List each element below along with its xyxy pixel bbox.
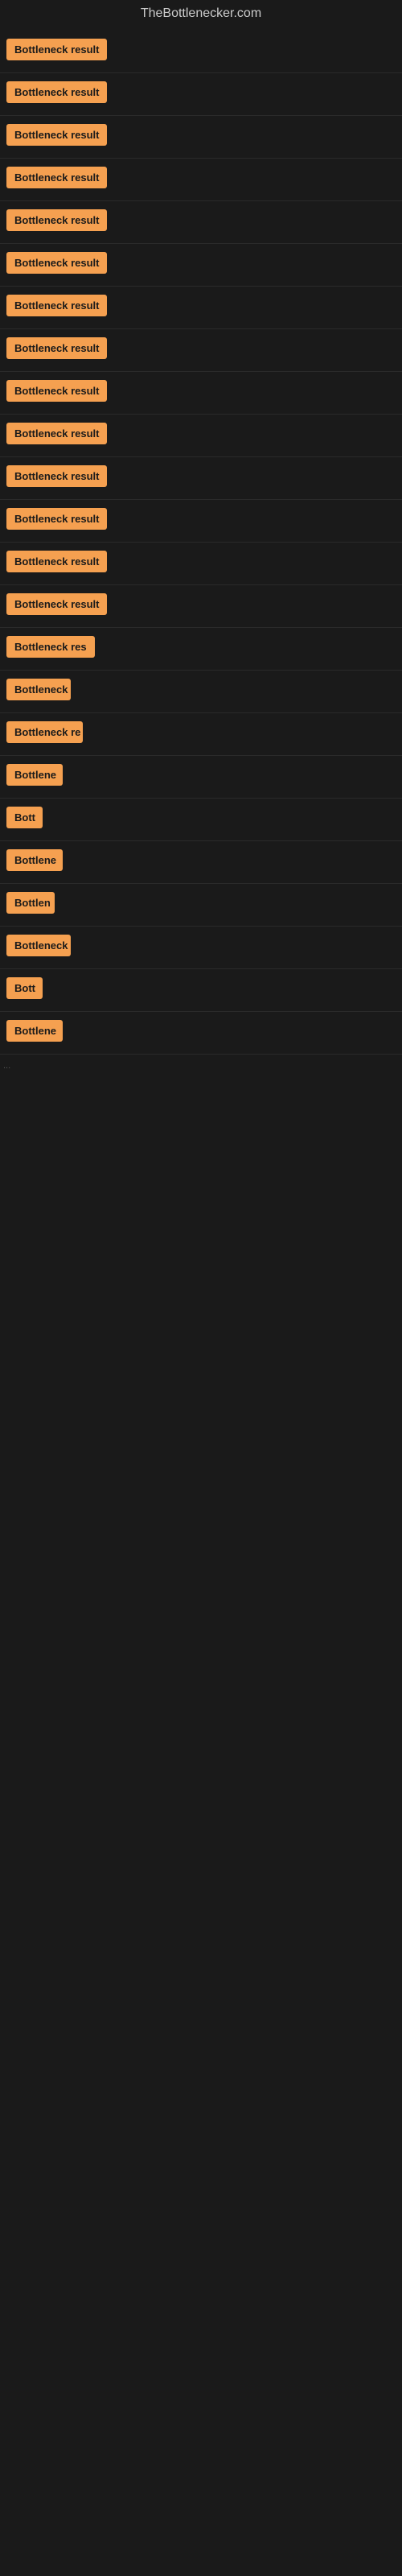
list-item[interactable]: Bottleneck result bbox=[0, 329, 402, 372]
bottleneck-result-badge[interactable]: Bottleneck bbox=[6, 679, 71, 700]
list-item[interactable]: Bottleneck result bbox=[0, 244, 402, 287]
list-item[interactable]: Bott bbox=[0, 969, 402, 1012]
list-item[interactable]: Bottleneck result bbox=[0, 201, 402, 244]
bottleneck-result-badge[interactable]: Bottleneck result bbox=[6, 593, 107, 615]
bottleneck-result-badge[interactable]: Bottleneck result bbox=[6, 81, 107, 103]
list-item[interactable]: Bottleneck result bbox=[0, 73, 402, 116]
bottleneck-result-badge[interactable]: Bottleneck result bbox=[6, 124, 107, 146]
list-item[interactable]: Bottleneck re bbox=[0, 713, 402, 756]
list-item[interactable]: Bottleneck result bbox=[0, 585, 402, 628]
list-item[interactable]: Bottlen bbox=[0, 884, 402, 927]
bottleneck-result-badge[interactable]: Bottleneck result bbox=[6, 167, 107, 188]
list-item[interactable]: Bottleneck result bbox=[0, 415, 402, 457]
bottleneck-result-badge[interactable]: Bottleneck result bbox=[6, 551, 107, 572]
bottleneck-result-badge[interactable]: Bottleneck re bbox=[6, 721, 83, 743]
bottleneck-result-badge[interactable]: Bottlen bbox=[6, 892, 55, 914]
list-item[interactable]: Bottleneck bbox=[0, 927, 402, 969]
list-item[interactable]: Bottleneck result bbox=[0, 159, 402, 201]
bottleneck-result-badge[interactable]: Bottleneck result bbox=[6, 423, 107, 444]
bottleneck-result-badge[interactable]: Bottleneck result bbox=[6, 337, 107, 359]
bottleneck-result-badge[interactable]: Bott bbox=[6, 807, 43, 828]
list-item[interactable]: Bottleneck result bbox=[0, 543, 402, 585]
bottleneck-result-badge[interactable]: Bottleneck res bbox=[6, 636, 95, 658]
list-item[interactable]: Bottleneck res bbox=[0, 628, 402, 671]
bottleneck-result-badge[interactable]: Bottleneck result bbox=[6, 508, 107, 530]
list-item[interactable]: Bottlene bbox=[0, 841, 402, 884]
site-title: TheBottlenecker.com bbox=[0, 0, 402, 31]
bottleneck-result-badge[interactable]: Bottleneck bbox=[6, 935, 71, 956]
list-item[interactable]: Bottleneck result bbox=[0, 31, 402, 73]
list-item[interactable]: Bott bbox=[0, 799, 402, 841]
bottleneck-result-badge[interactable]: Bottleneck result bbox=[6, 295, 107, 316]
list-item[interactable]: Bottleneck result bbox=[0, 287, 402, 329]
bottleneck-result-badge[interactable]: Bottleneck result bbox=[6, 39, 107, 60]
list-item[interactable]: Bottleneck result bbox=[0, 372, 402, 415]
bottleneck-result-badge[interactable]: Bottlene bbox=[6, 764, 63, 786]
bottleneck-result-badge[interactable]: Bottlene bbox=[6, 849, 63, 871]
bottleneck-result-badge[interactable]: Bottleneck result bbox=[6, 465, 107, 487]
bottleneck-result-badge[interactable]: Bottleneck result bbox=[6, 380, 107, 402]
list-item[interactable]: Bottleneck result bbox=[0, 116, 402, 159]
list-item[interactable]: Bottleneck result bbox=[0, 500, 402, 543]
bottleneck-result-badge[interactable]: Bottleneck result bbox=[6, 209, 107, 231]
list-item[interactable]: Bottlene bbox=[0, 1012, 402, 1055]
list-item[interactable]: Bottlene bbox=[0, 756, 402, 799]
bottleneck-result-badge[interactable]: Bottleneck result bbox=[6, 252, 107, 274]
dots-section: ... bbox=[0, 1055, 402, 1077]
bottleneck-result-badge[interactable]: Bottlene bbox=[6, 1020, 63, 1042]
list-item[interactable]: Bottleneck bbox=[0, 671, 402, 713]
list-item[interactable]: Bottleneck result bbox=[0, 457, 402, 500]
bottleneck-result-badge[interactable]: Bott bbox=[6, 977, 43, 999]
